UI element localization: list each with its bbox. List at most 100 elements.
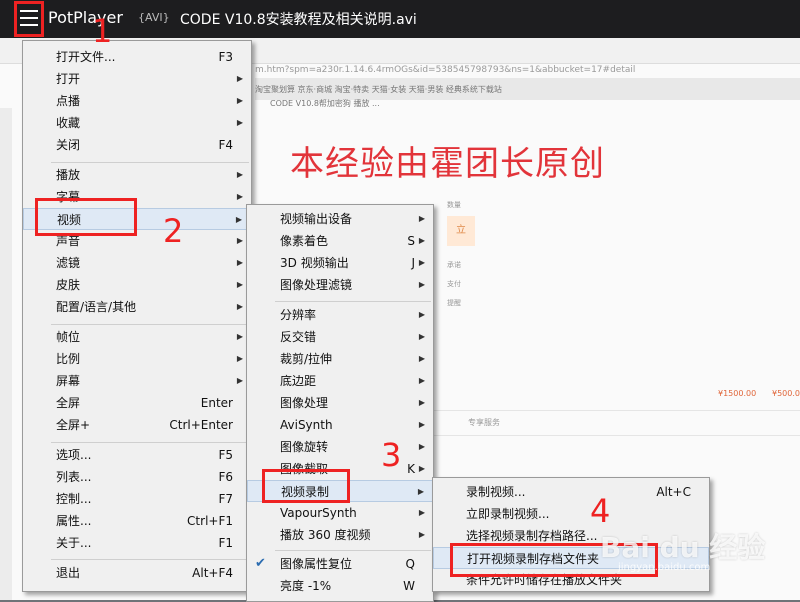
menu-item-fullscreen[interactable]: 全屏 Enter — [23, 392, 251, 414]
menu-item-control[interactable]: 控制... F7 — [23, 488, 251, 510]
menu-shortcut: J — [411, 256, 415, 270]
menu-separator — [51, 559, 249, 560]
menu-item-image-filter[interactable]: 图像处理滤镜 ▶ — [247, 274, 433, 296]
author-watermark: 本经验由霍团长原创 — [290, 144, 605, 184]
menu-item-close[interactable]: 关闭 F4 — [23, 134, 251, 156]
menu-item-about[interactable]: 关于... F1 — [23, 532, 251, 554]
menu-item-properties[interactable]: 属性... Ctrl+F1 — [23, 510, 251, 532]
menu-item-fullscreen-plus[interactable]: 全屏+ Ctrl+Enter — [23, 414, 251, 436]
menu-shortcut: Alt+C — [656, 485, 691, 499]
menu-label: 全屏+ — [56, 418, 91, 432]
submenu-arrow-icon: ▶ — [236, 354, 243, 363]
menu-item-config[interactable]: 配置/语言/其他 ▶ — [23, 296, 251, 318]
submenu-arrow-icon: ▶ — [418, 398, 425, 407]
title-bar: PotPlayer {AVI} CODE V10.8安装教程及相关说明.avi — [0, 0, 800, 38]
menu-item-crop[interactable]: 裁剪/拉伸 ▶ — [247, 348, 433, 370]
menu-label: 图像处理 — [280, 396, 329, 410]
menu-item-record-video[interactable]: 录制视频... Alt+C — [433, 481, 709, 503]
menu-label: 皮肤 — [56, 278, 81, 292]
label-remind: 提醒 — [447, 299, 461, 307]
submenu-arrow-icon: ▶ — [236, 74, 243, 83]
menu-label: 播放 — [56, 168, 81, 182]
menu-item-filters[interactable]: 滤镜 ▶ — [23, 252, 251, 274]
submenu-arrow-icon: ▶ — [418, 420, 425, 429]
submenu-arrow-icon: ▶ — [418, 214, 425, 223]
menu-item-image-reset[interactable]: ✔ 图像属性复位 Q — [247, 553, 433, 575]
menu-label: 图像处理滤镜 — [280, 278, 353, 292]
menu-item-vod[interactable]: 点播 ▶ — [23, 90, 251, 112]
menu-item-frame[interactable]: 帧位 ▶ — [23, 326, 251, 348]
menu-shortcut: F3 — [218, 50, 233, 64]
menu-item-bottom-margin[interactable]: 底边距 ▶ — [247, 370, 433, 392]
menu-label: 裁剪/拉伸 — [280, 352, 333, 366]
menu-label: 视频输出设备 — [280, 212, 353, 226]
menu-item-vapoursynth[interactable]: VapourSynth ▶ — [247, 502, 433, 524]
menu-item-play[interactable]: 播放 ▶ — [23, 164, 251, 186]
menu-label: 反交错 — [280, 330, 317, 344]
menu-item-video-output[interactable]: 视频输出设备 ▶ — [247, 208, 433, 230]
menu-label: 打开 — [56, 72, 81, 86]
annotation-number-3: 3 — [381, 436, 402, 474]
menu-item-open-file[interactable]: 打开文件... F3 — [23, 46, 251, 68]
service-tab: 专享服务 — [468, 418, 500, 427]
menu-item-playlist[interactable]: 列表... F6 — [23, 466, 251, 488]
submenu-arrow-icon: ▶ — [236, 302, 243, 311]
annotation-number-2: 2 — [163, 212, 184, 250]
label-pay: 支付 — [447, 280, 461, 288]
menu-item-3d-output[interactable]: 3D 视频输出 J ▶ — [247, 252, 433, 274]
menu-shortcut: Ctrl+Enter — [169, 418, 233, 432]
submenu-arrow-icon: ▶ — [236, 280, 243, 289]
menu-item-brightness-down[interactable]: 亮度 -1% W — [247, 575, 433, 597]
menu-label: 屏幕 — [56, 374, 81, 388]
label-qty: 数量 — [447, 201, 461, 209]
browser-url: m.htm?spm=a230r.1.14.6.4rmOGs&id=5385457… — [255, 65, 636, 75]
menu-item-rotate[interactable]: 图像旋转 ▶ — [247, 436, 433, 458]
menu-item-avisynth[interactable]: AviSynth ▶ — [247, 414, 433, 436]
menu-item-ratio[interactable]: 比例 ▶ — [23, 348, 251, 370]
menu-item-deinterlace[interactable]: 反交错 ▶ — [247, 326, 433, 348]
menu-item-record-now[interactable]: 立即录制视频... — [433, 503, 709, 525]
submenu-arrow-icon: ▶ — [418, 258, 425, 267]
menu-item-skin[interactable]: 皮肤 ▶ — [23, 274, 251, 296]
menu-item-open[interactable]: 打开 ▶ — [23, 68, 251, 90]
menu-label: 比例 — [56, 352, 81, 366]
menu-label: 滤镜 — [56, 256, 81, 270]
menu-label: 全屏 — [56, 396, 81, 410]
menu-item-options[interactable]: 选项... F5 — [23, 444, 251, 466]
menu-shortcut: Ctrl+F1 — [187, 514, 233, 528]
browser-tab-label: CODE V10.8帮加密狗 播放 ... — [270, 99, 380, 108]
submenu-arrow-icon: ▶ — [236, 118, 243, 127]
menu-shortcut: F7 — [218, 492, 233, 506]
menu-item-360-video[interactable]: 播放 360 度视频 ▶ — [247, 524, 433, 546]
submenu-arrow-icon: ▶ — [418, 508, 425, 517]
menu-label: 3D 视频输出 — [280, 256, 349, 270]
video-submenu: 视频输出设备 ▶ 像素着色 S ▶ 3D 视频输出 J ▶ 图像处理滤镜 ▶ 分辨率 ▶ 反交… — [246, 204, 434, 602]
submenu-arrow-icon: ▶ — [418, 530, 425, 539]
submenu-arrow-icon: ▶ — [418, 236, 425, 245]
baidu-watermark: Bai du 经验 — [600, 531, 766, 564]
menu-label: 图像旋转 — [280, 440, 329, 454]
menu-label: 属性... — [56, 514, 92, 528]
menu-separator — [51, 324, 249, 325]
buy-button: 立 — [447, 216, 475, 246]
submenu-arrow-icon: ▶ — [236, 332, 243, 341]
menu-item-image-processing[interactable]: 图像处理 ▶ — [247, 392, 433, 414]
file-title: CODE V10.8安装教程及相关说明.avi — [180, 12, 417, 28]
checkmark-icon: ✔ — [255, 556, 266, 571]
menu-shortcut: Alt+F4 — [192, 566, 233, 580]
submenu-arrow-icon: ▶ — [418, 376, 425, 385]
submenu-arrow-icon: ▶ — [236, 96, 243, 105]
menu-shortcut: F5 — [218, 448, 233, 462]
menu-item-screen[interactable]: 屏幕 ▶ — [23, 370, 251, 392]
label-promise: 承诺 — [447, 261, 461, 269]
menu-separator — [275, 301, 431, 302]
menu-item-exit[interactable]: 退出 Alt+F4 — [23, 562, 251, 584]
menu-label: 点播 — [56, 94, 81, 108]
menu-label: 退出 — [56, 566, 81, 580]
menu-label: 关闭 — [56, 138, 81, 152]
menu-item-resolution[interactable]: 分辨率 ▶ — [247, 304, 433, 326]
menu-label: 亮度 -1% — [280, 579, 332, 593]
menu-label: 帧位 — [56, 330, 81, 344]
menu-item-favorites[interactable]: 收藏 ▶ — [23, 112, 251, 134]
menu-item-pixel-shader[interactable]: 像素着色 S ▶ — [247, 230, 433, 252]
